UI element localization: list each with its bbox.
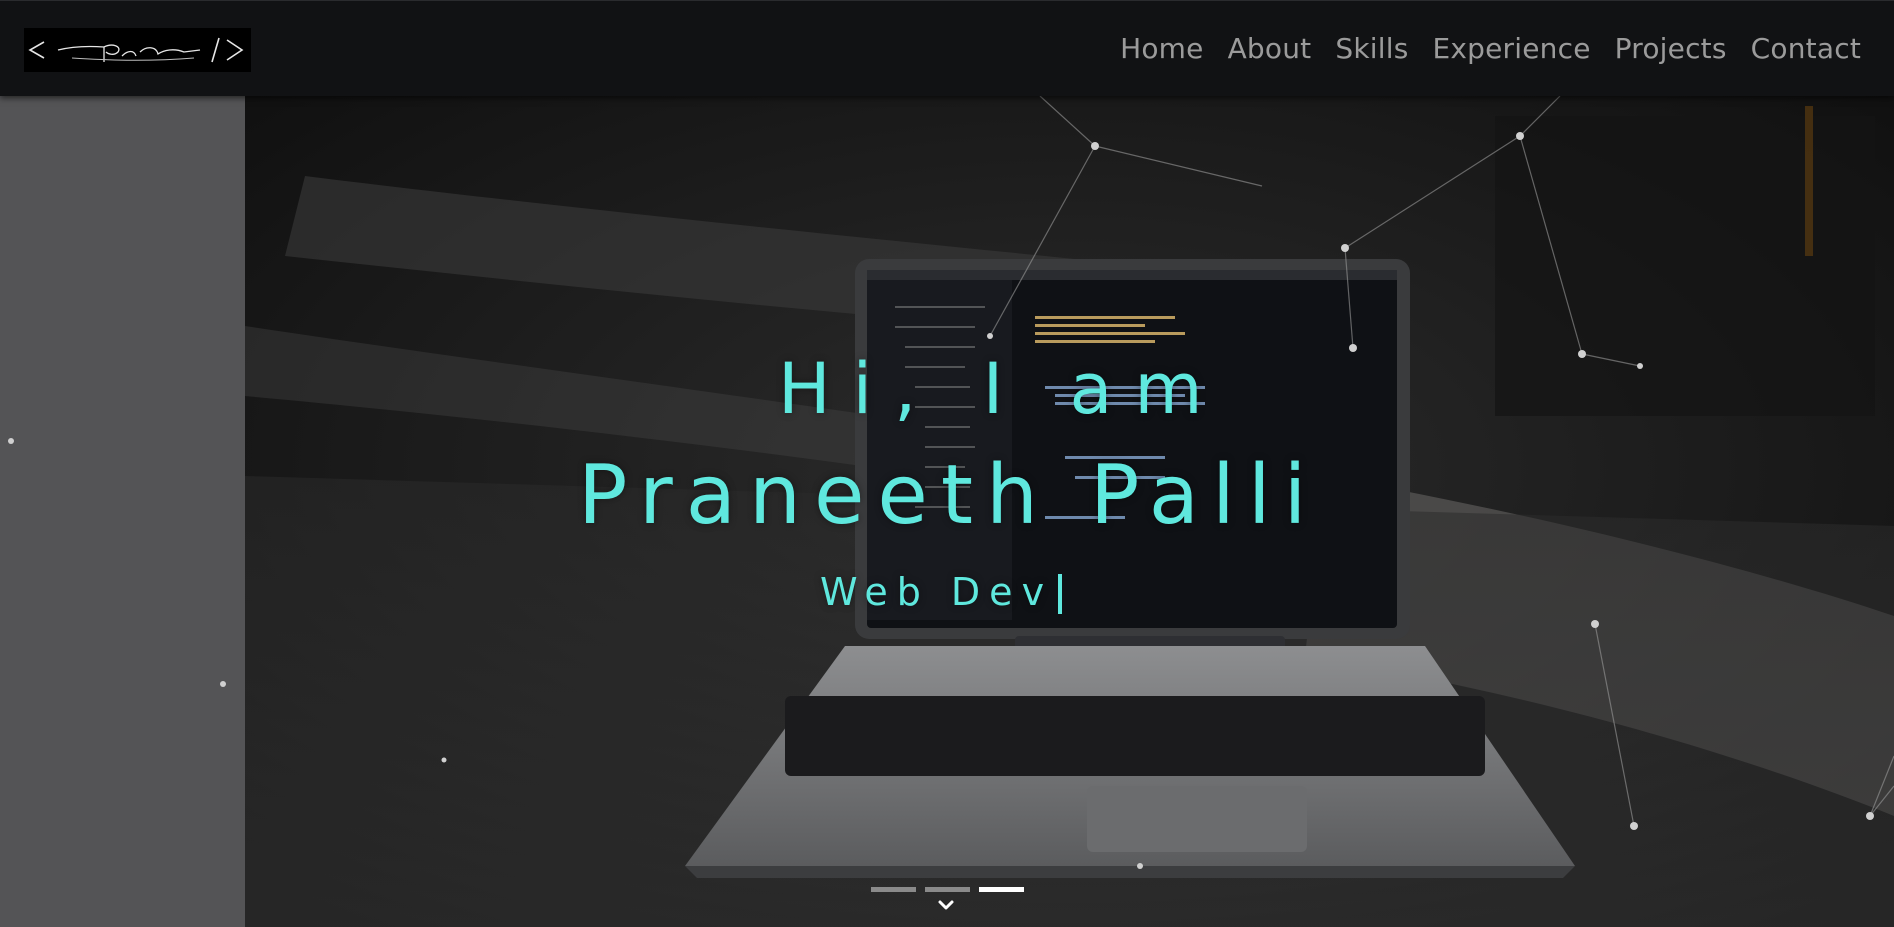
nav-link-experience[interactable]: Experience (1433, 32, 1591, 65)
chevron-down-icon[interactable] (936, 896, 956, 916)
nav-link-skills[interactable]: Skills (1335, 32, 1408, 65)
typing-cursor (1058, 574, 1062, 614)
nav-link-about[interactable]: About (1228, 32, 1312, 65)
hero-text: Hi, I am Praneeth Palli Web Dev (0, 96, 1894, 927)
carousel-indicator-3[interactable] (979, 887, 1024, 892)
hero-name: Praneeth Palli (578, 448, 1320, 543)
hero-greeting: Hi, I am (778, 348, 1225, 430)
carousel-indicator-2[interactable] (925, 887, 970, 892)
nav-link-projects[interactable]: Projects (1615, 32, 1727, 65)
hero-role: Web Dev (820, 570, 1054, 614)
signature-logo[interactable] (24, 28, 251, 72)
carousel-indicators (871, 887, 1024, 892)
navbar: Home About Skills Experience Projects Co… (0, 0, 1894, 96)
main-nav: Home About Skills Experience Projects Co… (1120, 1, 1861, 96)
hero-section: Hi, I am Praneeth Palli Web Dev (0, 96, 1894, 927)
nav-link-home[interactable]: Home (1120, 32, 1204, 65)
carousel-indicator-1[interactable] (871, 887, 916, 892)
nav-link-contact[interactable]: Contact (1751, 32, 1861, 65)
